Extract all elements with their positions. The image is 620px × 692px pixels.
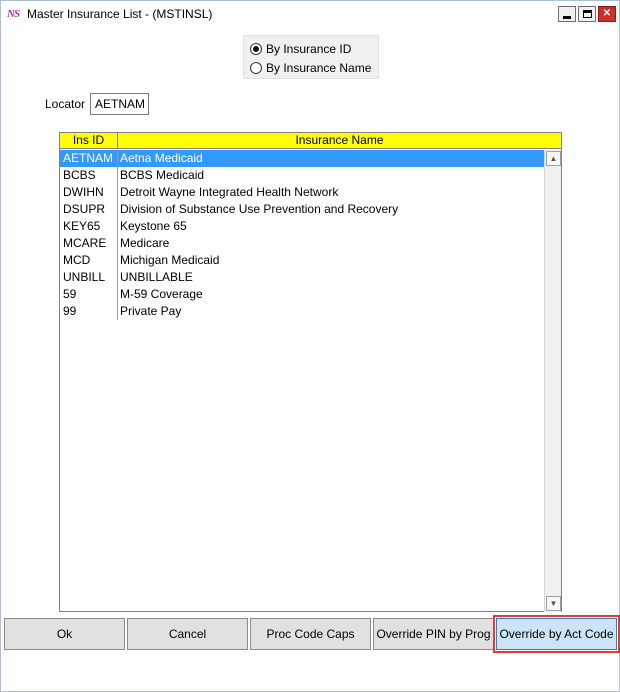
button-bar: Ok Cancel Proc Code Caps Override PIN by… (1, 615, 620, 653)
scroll-up-button[interactable]: ▲ (546, 151, 561, 166)
maximize-button[interactable] (578, 6, 596, 22)
table-header: Ins ID Insurance Name (60, 133, 561, 149)
cell-ins-id: AETNAM (60, 150, 118, 167)
cell-insurance-name: Division of Substance Use Prevention and… (120, 202, 399, 216)
radio-checked-icon[interactable] (250, 42, 262, 55)
close-button[interactable]: ✕ (598, 6, 616, 22)
ok-button[interactable]: Ok (4, 618, 125, 650)
column-header-ins-id[interactable]: Ins ID (60, 133, 118, 148)
chevron-down-icon: ▼ (549, 599, 558, 608)
close-icon: ✕ (602, 8, 612, 19)
cell-ins-id: 59 (60, 286, 118, 303)
override-pin-by-prog-button[interactable]: Override PIN by Prog (373, 618, 494, 650)
locator-input[interactable] (90, 93, 149, 115)
app-logo-icon: NS (7, 8, 20, 20)
radio-label: By Insurance ID (266, 41, 352, 56)
cell-insurance-name: Michigan Medicaid (120, 253, 220, 267)
window-title: Master Insurance List - (MSTINSL) (27, 7, 213, 21)
radio-unchecked-icon[interactable] (250, 61, 262, 74)
cell-insurance-name: Medicare (120, 236, 170, 250)
table-row[interactable]: MCARE Medicare (60, 235, 544, 252)
cell-ins-id: DSUPR (60, 201, 118, 218)
window-controls: ✕ (558, 6, 616, 22)
chevron-up-icon: ▲ (549, 154, 558, 163)
table-row[interactable]: UNBILL UNBILLABLE (60, 269, 544, 286)
sort-option-group: By Insurance ID By Insurance Name (243, 35, 379, 79)
cell-insurance-name: Private Pay (120, 304, 182, 318)
cell-ins-id: MCARE (60, 235, 118, 252)
cell-ins-id: UNBILL (60, 269, 118, 286)
cell-ins-id: MCD (60, 252, 118, 269)
table-row[interactable]: DSUPR Division of Substance Use Preventio… (60, 201, 544, 218)
table-row[interactable]: AETNAM Aetna Medicaid (60, 150, 544, 167)
cell-insurance-name: M-59 Coverage (120, 287, 203, 301)
radio-by-insurance-id[interactable]: By Insurance ID (250, 39, 378, 58)
radio-by-insurance-name[interactable]: By Insurance Name (250, 58, 378, 77)
cell-ins-id: KEY65 (60, 218, 118, 235)
table-body: AETNAM Aetna Medicaid BCBS BCBS Medicaid D… (60, 150, 544, 320)
table-row[interactable]: MCD Michigan Medicaid (60, 252, 544, 269)
cell-insurance-name: UNBILLABLE (120, 270, 193, 284)
locator-label: Locator (45, 97, 86, 111)
master-insurance-window: NS Master Insurance List - (MSTINSL) ✕ B… (0, 0, 620, 692)
cell-insurance-name: BCBS Medicaid (120, 168, 205, 182)
table-row[interactable]: 59 M-59 Coverage (60, 286, 544, 303)
table-row[interactable]: KEY65 Keystone 65 (60, 218, 544, 235)
radio-label: By Insurance Name (266, 60, 372, 75)
table-row[interactable]: DWIHN Detroit Wayne Integrated Health Net… (60, 184, 544, 201)
override-by-act-code-button[interactable]: Override by Act Code (493, 615, 620, 653)
cancel-button[interactable]: Cancel (127, 618, 248, 650)
cell-ins-id: DWIHN (60, 184, 118, 201)
maximize-icon (582, 10, 592, 18)
cell-insurance-name: Aetna Medicaid (120, 151, 203, 165)
insurance-table: Ins ID Insurance Name AETNAM Aetna Medica… (59, 132, 562, 612)
cell-insurance-name: Detroit Wayne Integrated Health Network (120, 185, 339, 199)
cell-insurance-name: Keystone 65 (120, 219, 187, 233)
column-header-insurance-name[interactable]: Insurance Name (118, 133, 561, 148)
minimize-icon (563, 15, 571, 19)
title-bar: NS Master Insurance List - (MSTINSL) ✕ (1, 1, 619, 27)
minimize-button[interactable] (558, 6, 576, 22)
vertical-scrollbar[interactable]: ▲ ▼ (544, 150, 561, 612)
proc-code-caps-button[interactable]: Proc Code Caps (250, 618, 371, 650)
table-row[interactable]: BCBS BCBS Medicaid (60, 167, 544, 184)
cell-ins-id: BCBS (60, 167, 118, 184)
table-row[interactable]: 99 Private Pay (60, 303, 544, 320)
scroll-down-button[interactable]: ▼ (546, 596, 561, 611)
cell-ins-id: 99 (60, 303, 118, 320)
